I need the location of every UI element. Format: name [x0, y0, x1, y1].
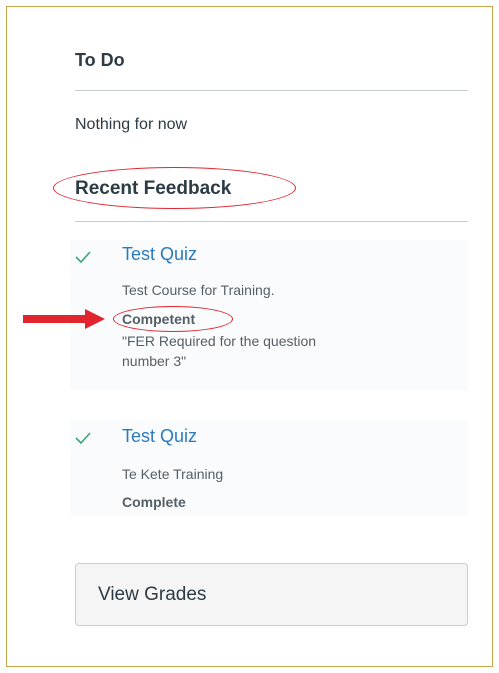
feedback-divider [75, 221, 468, 222]
todo-divider [75, 90, 468, 91]
feedback-item-comment-line: "FER Required for the question [122, 333, 317, 349]
annotation-circle-grade [113, 306, 233, 332]
feedback-item-comment-line: number 3" [122, 353, 187, 369]
feedback-item-grade: Complete [122, 494, 186, 510]
todo-empty-text: Nothing for now [75, 116, 188, 133]
feedback-item-course: Te Kete Training [122, 466, 224, 482]
checkmark-icon [75, 251, 91, 263]
view-grades-button[interactable]: View Grades [75, 563, 468, 626]
feedback-item-title-link[interactable]: Test Quiz [122, 244, 197, 265]
annotation-circle-heading [53, 167, 296, 209]
feedback-item-title-link[interactable]: Test Quiz [122, 426, 197, 447]
todo-heading: To Do [75, 50, 125, 70]
feedback-item-course: Test Course for Training. [122, 282, 275, 298]
checkmark-icon [75, 432, 91, 444]
annotation-arrow-icon [23, 309, 105, 329]
